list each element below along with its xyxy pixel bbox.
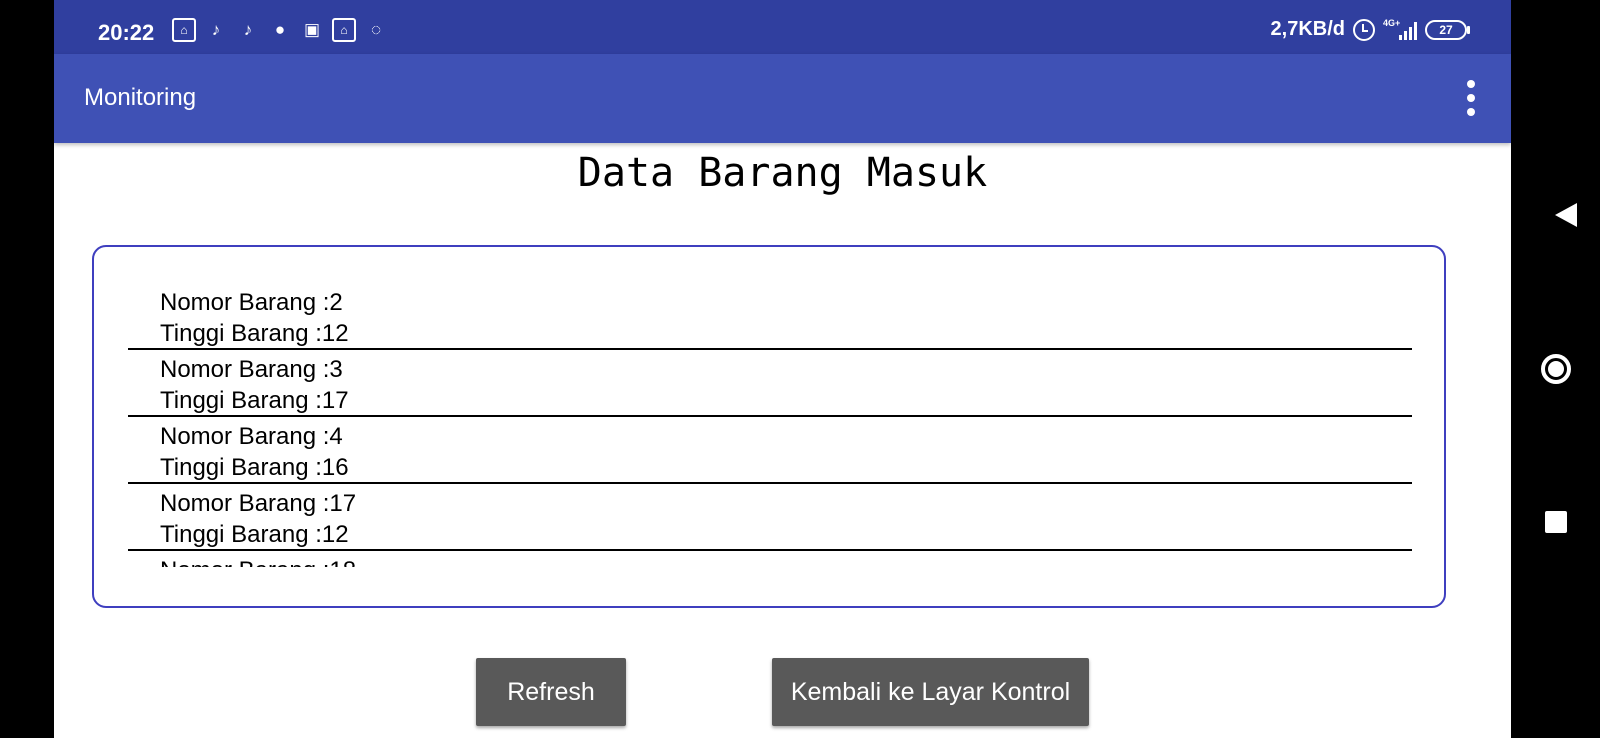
list-item[interactable]: Nomor Barang :4 Tinggi Barang :16 [128,417,1412,484]
network-type: 4G+ [1383,17,1401,28]
overflow-menu-icon[interactable] [1457,80,1485,116]
status-bar: 20:22 ⌂ ♪ ♪ ● ▣ ⌂ ◌ 2,7KB/d 4G+ 27 [54,0,1511,54]
app-screen: 20:22 ⌂ ♪ ♪ ● ▣ ⌂ ◌ 2,7KB/d 4G+ 27 Monit… [54,0,1511,738]
list-item[interactable]: Nomor Barang :2 Tinggi Barang :12 [128,283,1412,350]
bag-icon: ▣ [303,20,321,39]
item-height-text: Tinggi Barang :12 [160,320,349,347]
back-icon[interactable] [1555,203,1577,227]
item-list[interactable]: Nomor Barang :2 Tinggi Barang :12 Nomor Ba… [128,283,1412,567]
home-icon[interactable] [1541,354,1571,384]
tiktok-icon: ♪ [211,20,221,39]
list-item[interactable]: Nomor Barang :3 Tinggi Barang :17 [128,350,1412,417]
mosque-icon: ⌂ [332,18,356,42]
item-number-text: Nomor Barang :3 [160,356,343,383]
refresh-button[interactable]: Refresh [476,658,626,726]
navigation-bar [1511,0,1600,738]
notification-icons: ⌂ ♪ ♪ ● ▣ ⌂ ◌ [172,18,388,42]
app-bar: Monitoring [54,54,1511,143]
item-height-text: Tinggi Barang :16 [160,454,349,481]
page-title: Data Barang Masuk [577,150,988,196]
battery-level: 27 [1439,22,1453,37]
item-height-text: Tinggi Barang :12 [160,521,349,548]
back-to-control-button[interactable]: Kembali ke Layar Kontrol [772,658,1089,726]
list-item[interactable]: Nomor Barang :17 Tinggi Barang :12 [128,484,1412,551]
signal-icon: 4G+ [1383,17,1417,40]
item-number-text: Nomor Barang :18 [160,555,1412,567]
status-right: 2,7KB/d 4G+ 27 [1270,17,1470,41]
item-number-text: Nomor Barang :2 [160,289,343,316]
chat-bubble-icon: ● [274,20,286,39]
recent-apps-icon[interactable] [1545,511,1567,533]
battery-icon: 27 [1425,19,1470,40]
list-item[interactable]: Nomor Barang :18 [128,551,1412,567]
app-title: Monitoring [84,84,197,111]
item-number-text: Nomor Barang :4 [160,423,343,450]
mosque-icon: ⌂ [172,18,196,42]
network-speed: 2,7KB/d [1270,18,1345,40]
tiktok-icon: ♪ [243,20,253,39]
item-height-text: Tinggi Barang :17 [160,387,349,414]
list-panel: Nomor Barang :2 Tinggi Barang :12 Nomor Ba… [92,245,1446,608]
left-black-margin [0,0,54,738]
alarm-icon [1353,18,1375,41]
status-time: 20:22 [98,20,155,45]
whatsapp-icon: ◌ [370,20,382,39]
item-number-text: Nomor Barang :17 [160,490,357,517]
